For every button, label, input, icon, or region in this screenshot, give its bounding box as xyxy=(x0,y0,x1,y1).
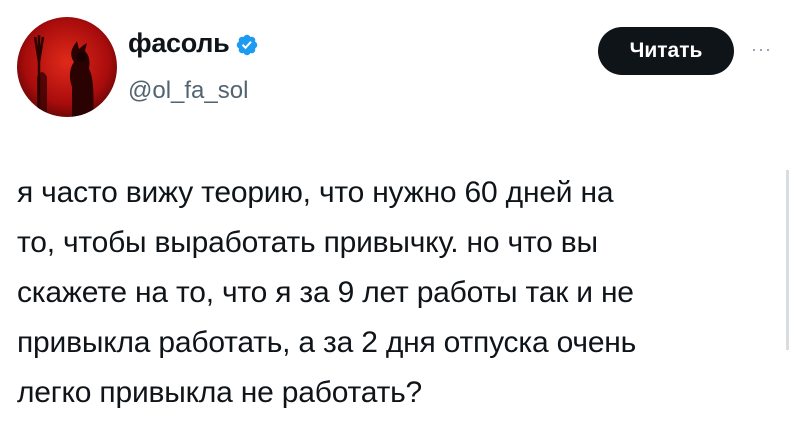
author-handle[interactable]: @ol_fa_sol xyxy=(128,79,248,103)
verified-badge-icon xyxy=(235,33,259,57)
avatar-image xyxy=(17,17,117,117)
author-name-row[interactable]: фасоль xyxy=(128,30,259,57)
avatar[interactable] xyxy=(17,17,117,117)
author-display-name[interactable]: фасоль xyxy=(128,30,230,57)
scrollbar[interactable] xyxy=(786,170,789,350)
more-dots-icon[interactable]: ··· xyxy=(751,38,773,60)
tweet-text: я часто вижу теорию, что нужно 60 дней н… xyxy=(17,176,637,409)
follow-button[interactable]: Читать xyxy=(598,27,734,75)
